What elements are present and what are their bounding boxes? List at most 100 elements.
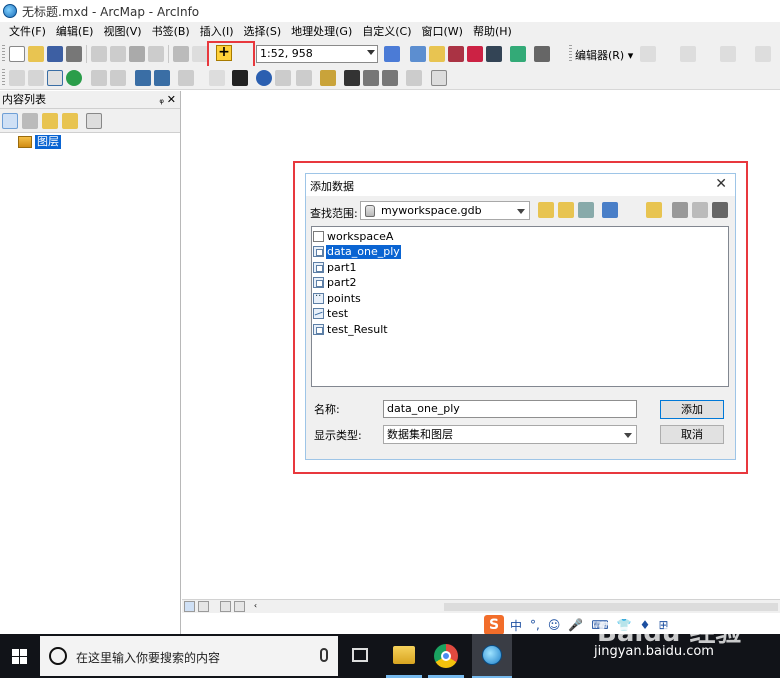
list-item[interactable]: test — [313, 306, 349, 321]
straight-segment-icon[interactable] — [680, 46, 696, 62]
cancel-button[interactable]: 取消 — [660, 425, 724, 444]
name-field[interactable]: data_one_ply — [383, 400, 637, 418]
ime-punctuation-icon[interactable]: °, — [530, 618, 540, 632]
measure-icon[interactable] — [320, 70, 336, 86]
new-geodatabase-icon[interactable] — [692, 202, 708, 218]
scroll-left-icon[interactable]: ‹ — [250, 601, 261, 612]
arctoolbox-icon[interactable] — [467, 46, 483, 62]
fixed-zoom-out-icon[interactable] — [110, 70, 126, 86]
paste-icon[interactable] — [129, 46, 145, 62]
pause-drawing-icon[interactable] — [234, 601, 245, 612]
view-menu-dropdown-icon[interactable] — [622, 202, 630, 218]
show-of-type-combo[interactable]: 数据集和图层 — [383, 425, 637, 444]
close-icon[interactable]: ✕ — [715, 176, 727, 192]
ime-emoji-icon[interactable]: ☺ — [548, 618, 561, 632]
view-menu-icon[interactable] — [602, 202, 618, 218]
list-item[interactable]: points — [313, 291, 362, 306]
look-in-combo[interactable]: myworkspace.gdb — [360, 201, 530, 220]
cut-icon[interactable] — [91, 46, 107, 62]
menu-geoprocessing[interactable]: 地理处理(G) — [286, 22, 357, 42]
connect-folder-icon[interactable] — [646, 202, 662, 218]
toc-options-icon[interactable] — [86, 113, 102, 129]
search-window-icon[interactable] — [448, 46, 464, 62]
windows-start-icon[interactable] — [12, 649, 27, 664]
list-item[interactable]: part1 — [313, 260, 358, 275]
arcmap-taskbar-button[interactable] — [472, 634, 512, 678]
time-slider-icon[interactable] — [406, 70, 422, 86]
menu-bookmarks[interactable]: 书签(B) — [147, 22, 195, 42]
dialog-title-bar[interactable]: 添加数据 ✕ — [306, 174, 735, 196]
split-tool-icon[interactable] — [755, 46, 771, 62]
layout-view-icon[interactable] — [198, 601, 209, 612]
list-by-source-icon[interactable] — [22, 113, 38, 129]
file-list[interactable]: workspaceA data_one_ply part1 part2 poin… — [311, 226, 729, 387]
list-item[interactable]: workspaceA — [313, 229, 394, 244]
select-elements-icon[interactable] — [232, 70, 248, 86]
map-scale-combo[interactable]: 1:52, 958 — [256, 45, 378, 63]
save-icon[interactable] — [47, 46, 63, 62]
list-by-selection-icon[interactable] — [62, 113, 78, 129]
ime-chinese-mode[interactable]: 中 — [510, 617, 522, 634]
menu-edit[interactable]: 编辑(E) — [51, 22, 99, 42]
print-icon[interactable] — [66, 46, 82, 62]
python-window-icon[interactable] — [486, 46, 502, 62]
task-view-icon[interactable] — [352, 648, 368, 662]
file-explorer-icon[interactable] — [393, 646, 415, 664]
scrollbar-track[interactable] — [444, 603, 778, 611]
zoom-out-icon[interactable] — [28, 70, 44, 86]
menu-customize[interactable]: 自定义(C) — [357, 22, 416, 42]
data-view-icon[interactable] — [184, 601, 195, 612]
new-toolbox-icon[interactable] — [712, 202, 728, 218]
pin-icon[interactable]: ᵩ — [159, 91, 164, 109]
zoom-in-icon[interactable] — [9, 70, 25, 86]
modelbuilder-icon[interactable] — [510, 46, 526, 62]
add-button[interactable]: 添加 — [660, 400, 724, 419]
find-route-icon[interactable] — [363, 70, 379, 86]
list-item[interactable]: data_one_ply — [313, 244, 401, 259]
microphone-icon[interactable] — [320, 648, 328, 662]
edit-tool-icon[interactable] — [640, 46, 656, 62]
new-document-icon[interactable] — [9, 46, 25, 62]
close-icon[interactable]: ✕ — [167, 91, 176, 109]
up-one-level-icon[interactable] — [538, 202, 554, 218]
new-folder-icon[interactable] — [672, 202, 688, 218]
toolbar-grip[interactable] — [2, 45, 5, 63]
find-binoculars-icon[interactable] — [344, 70, 360, 86]
whats-this-icon[interactable] — [534, 46, 550, 62]
list-by-drawing-order-icon[interactable] — [2, 113, 18, 129]
list-by-visibility-icon[interactable] — [42, 113, 58, 129]
go-home-icon[interactable] — [558, 202, 574, 218]
select-features-icon[interactable] — [178, 70, 194, 86]
cortana-icon[interactable] — [49, 647, 67, 665]
layers-node[interactable]: 图层 — [18, 135, 61, 149]
menu-windows[interactable]: 窗口(W) — [417, 22, 468, 42]
identify-icon[interactable] — [256, 70, 272, 86]
map-horizontal-scrollbar[interactable]: ‹ — [182, 599, 780, 613]
menu-insert[interactable]: 插入(I) — [195, 22, 239, 42]
delete-icon[interactable] — [148, 46, 164, 62]
hyperlink-icon[interactable] — [275, 70, 291, 86]
sogou-ime-icon[interactable]: S — [484, 615, 504, 635]
refresh-icon[interactable] — [220, 601, 231, 612]
html-popup-icon[interactable] — [296, 70, 312, 86]
list-item[interactable]: part2 — [313, 275, 358, 290]
editor-menu[interactable]: 编辑器(R) ▾ — [575, 47, 633, 63]
editor-toolbar-icon[interactable] — [384, 46, 400, 62]
copy-icon[interactable] — [110, 46, 126, 62]
taskbar-search-box[interactable]: 在这里输入你要搜索的内容 — [40, 636, 338, 676]
clear-selection-icon[interactable] — [209, 70, 225, 86]
list-item[interactable]: test_Result — [313, 322, 389, 337]
ime-voice-icon[interactable]: 🎤 — [568, 618, 583, 632]
menu-help[interactable]: 帮助(H) — [468, 22, 517, 42]
toggle-contents-icon[interactable] — [578, 202, 594, 218]
go-to-xy-icon[interactable] — [382, 70, 398, 86]
forward-arrow-icon[interactable] — [154, 70, 170, 86]
menu-file[interactable]: 文件(F) — [4, 22, 51, 42]
fixed-zoom-in-icon[interactable] — [91, 70, 107, 86]
create-viewer-icon[interactable] — [431, 70, 447, 86]
undo-icon[interactable] — [173, 46, 189, 62]
back-arrow-icon[interactable] — [135, 70, 151, 86]
table-of-contents-icon[interactable] — [410, 46, 426, 62]
menu-selection[interactable]: 选择(S) — [239, 22, 287, 42]
redo-icon[interactable] — [192, 46, 208, 62]
